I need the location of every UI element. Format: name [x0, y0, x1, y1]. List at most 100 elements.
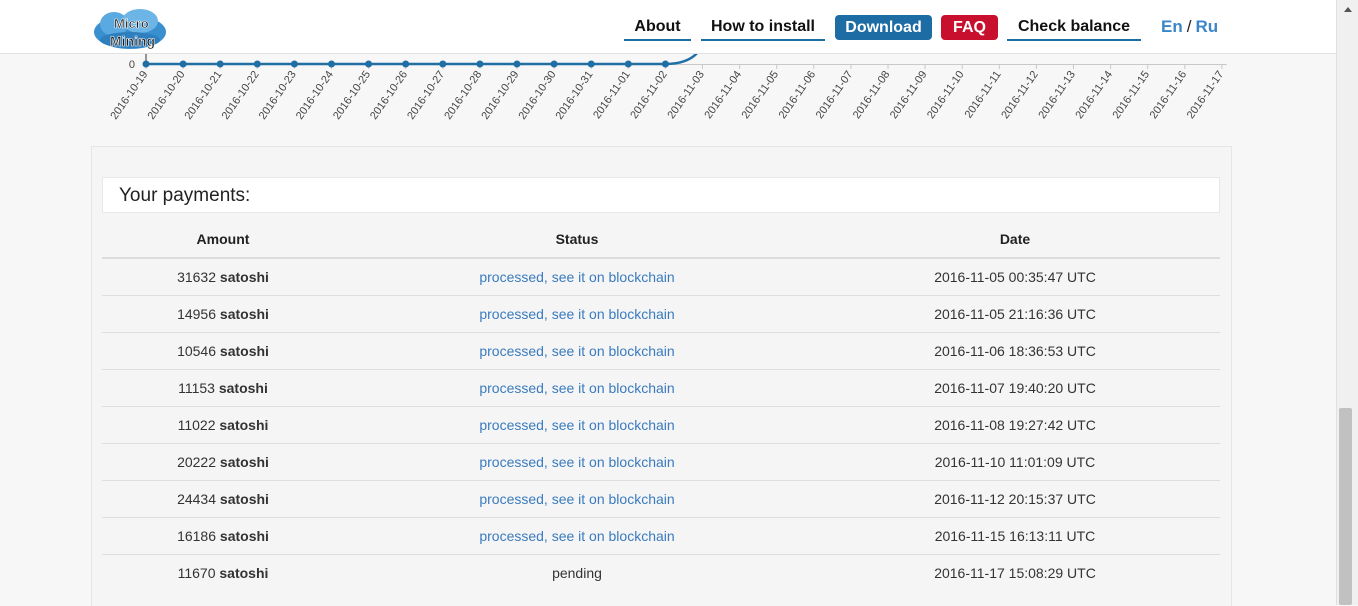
blockchain-link[interactable]: processed, see it on blockchain — [479, 306, 674, 322]
x-tick-label: 2016-10-22 — [220, 69, 262, 122]
table-row: 20222 satoshi processed, see it on blockc… — [102, 443, 1220, 481]
amount-cell: 14956 satoshi — [102, 295, 344, 333]
nav-check-balance-link[interactable]: Check balance — [1007, 14, 1141, 41]
x-tick-label: 2016-11-03 — [665, 69, 707, 121]
status-cell: processed, see it on blockchain — [344, 480, 810, 518]
lang-en-link[interactable]: En — [1161, 17, 1183, 36]
table-row: 10546 satoshi processed, see it on blockc… — [102, 332, 1220, 370]
amount-cell: 20222 satoshi — [102, 443, 344, 481]
amount-value: 11670 — [177, 565, 216, 581]
x-tick-label: 2016-11-13 — [1036, 69, 1078, 121]
amount-unit: satoshi — [219, 269, 269, 285]
amount-unit: satoshi — [219, 491, 269, 507]
table-row: 31632 satoshi processed, see it on blockc… — [102, 258, 1220, 296]
blockchain-link[interactable]: processed, see it on blockchain — [479, 417, 674, 433]
data-point[interactable] — [476, 60, 484, 68]
data-point[interactable] — [439, 60, 447, 68]
amount-value: 31632 — [177, 269, 217, 285]
amount-value: 11022 — [177, 417, 216, 433]
amount-unit: satoshi — [218, 380, 268, 396]
blockchain-link[interactable]: processed, see it on blockchain — [479, 454, 674, 470]
blockchain-link[interactable]: processed, see it on blockchain — [479, 380, 674, 396]
x-tick-label: 2016-10-30 — [516, 69, 558, 122]
data-point[interactable] — [253, 60, 261, 68]
amount-unit: satoshi — [219, 454, 269, 470]
blockchain-link[interactable]: processed, see it on blockchain — [479, 528, 674, 544]
x-tick-label: 2016-10-25 — [331, 69, 373, 122]
blockchain-link[interactable]: processed, see it on blockchain — [479, 491, 674, 507]
data-point[interactable] — [216, 60, 224, 68]
date-cell: 2016-11-06 18:36:53 UTC — [810, 332, 1220, 370]
x-tick-label: 2016-10-20 — [145, 69, 187, 122]
data-point[interactable] — [402, 60, 410, 68]
data-point[interactable] — [661, 60, 669, 68]
x-tick-label: 2016-11-12 — [999, 69, 1041, 121]
svg-text:Micro: Micro — [114, 16, 149, 31]
scrollbar-thumb[interactable] — [1339, 408, 1352, 605]
nav-how-to-install-link[interactable]: How to install — [701, 14, 825, 41]
data-point[interactable] — [179, 60, 187, 68]
y-tick-label: 0 — [129, 59, 135, 71]
x-tick-label: 2016-11-02 — [628, 69, 670, 121]
payments-panel: Your payments: Amount Status Date 31632 … — [91, 146, 1232, 606]
blockchain-link[interactable]: processed, see it on blockchain — [479, 343, 674, 359]
date-cell: 2016-11-05 00:35:47 UTC — [934, 269, 1096, 285]
amount-unit: satoshi — [219, 306, 269, 322]
language-switcher: En / Ru — [1161, 17, 1218, 37]
x-tick-label: 2016-10-31 — [554, 69, 596, 122]
table-row: 11022 satoshi processed, see it on blockc… — [102, 406, 1220, 444]
amount-value: 10546 — [177, 343, 217, 359]
data-point[interactable] — [290, 60, 298, 68]
amount-cell: 24434 satoshi — [102, 480, 344, 518]
x-tick-label: 2016-11-15 — [1111, 69, 1153, 121]
top-navbar: Micro Mining About How to install Downlo… — [0, 0, 1336, 54]
data-point[interactable] — [142, 60, 150, 68]
micro-mining-logo[interactable]: Micro Mining — [92, 6, 168, 54]
x-tick-label: 2016-11-07 — [814, 69, 856, 121]
lang-ru-link[interactable]: Ru — [1195, 17, 1218, 36]
nav-about-link[interactable]: About — [624, 14, 691, 41]
data-point[interactable] — [550, 60, 558, 68]
vertical-scrollbar[interactable] — [1336, 0, 1358, 605]
scroll-up-arrow-icon[interactable] — [1344, 7, 1352, 12]
data-point[interactable] — [365, 60, 373, 68]
x-tick-label: 2016-10-24 — [294, 69, 336, 122]
status-cell: processed, see it on blockchain — [344, 332, 810, 370]
column-header-amount: Amount — [102, 221, 344, 259]
status-cell: processed, see it on blockchain — [344, 258, 810, 296]
x-tick-label: 2016-11-08 — [851, 69, 893, 121]
x-tick-label: 2016-11-01 — [591, 69, 633, 121]
status-cell: pending — [344, 554, 810, 591]
payments-table: Amount Status Date 31632 satoshi processe… — [102, 221, 1220, 591]
amount-cell: 16186 satoshi — [102, 517, 344, 555]
data-point[interactable] — [328, 60, 335, 68]
x-tick-label: 2016-11-16 — [1148, 69, 1190, 121]
blockchain-link[interactable]: processed, see it on blockchain — [479, 269, 674, 285]
data-point[interactable] — [624, 60, 632, 68]
lang-separator: / — [1186, 17, 1192, 36]
amount-value: 16186 — [177, 528, 217, 544]
download-button[interactable]: Download — [835, 15, 932, 40]
date-cell: 2016-11-17 15:08:29 UTC — [810, 554, 1220, 591]
amount-value: 24434 — [177, 491, 217, 507]
faq-button[interactable]: FAQ — [941, 15, 998, 40]
amount-cell: 11022 satoshi — [102, 406, 344, 444]
table-row: 24434 satoshi processed, see it on blockc… — [102, 480, 1220, 518]
amount-unit: satoshi — [219, 417, 269, 433]
amount-value: 14956 — [177, 306, 217, 322]
amount-cell: 31632 satoshi — [102, 258, 344, 296]
status-text: pending — [552, 565, 602, 581]
x-tick-label: 2016-10-28 — [442, 69, 484, 122]
status-cell: processed, see it on blockchain — [344, 369, 810, 407]
date-cell: 2016-11-10 11:01:09 UTC — [810, 443, 1220, 481]
date-cell: 2016-11-08 19:27:42 UTC — [810, 406, 1220, 444]
x-tick-label: 2016-11-06 — [777, 69, 819, 121]
data-point[interactable] — [513, 60, 521, 68]
column-header-date: Date — [810, 221, 1220, 259]
amount-cell: 11670 satoshi — [102, 554, 344, 591]
date-cell: 2016-11-07 19:40:20 UTC — [810, 369, 1220, 407]
table-row: 11670 satoshi pending 2016-11-17 15:08:29 … — [102, 554, 1220, 591]
x-tick-label: 2016-10-21 — [183, 69, 225, 122]
amount-cell: 11153 satoshi — [102, 369, 344, 407]
data-point[interactable] — [587, 60, 595, 68]
